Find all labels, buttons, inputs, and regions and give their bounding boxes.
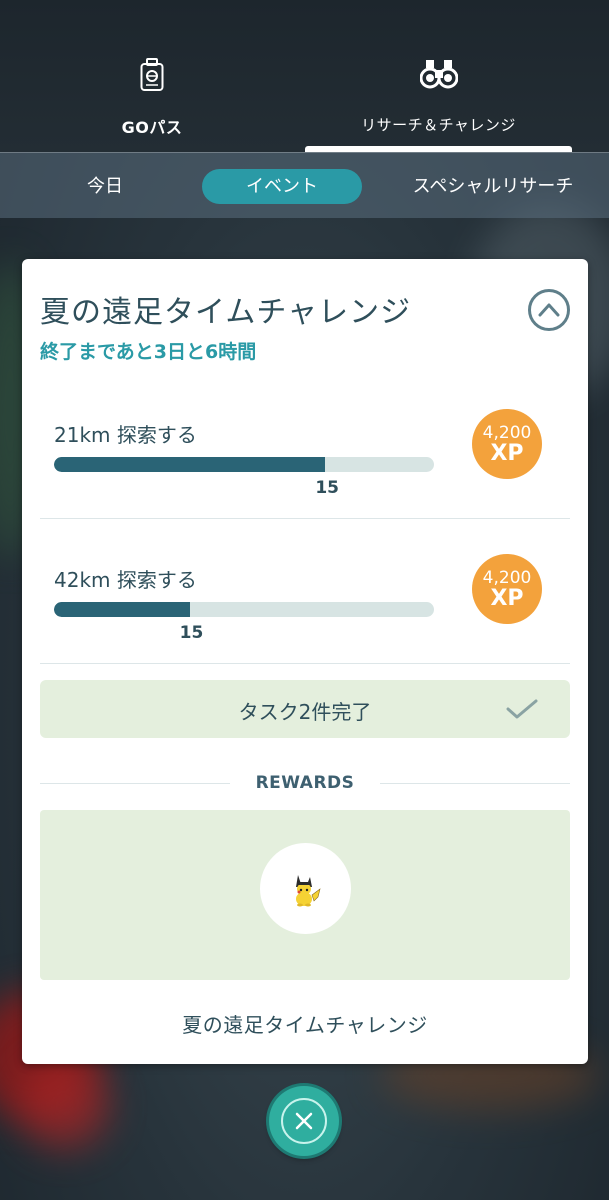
task-label: 21km 探索する [54,423,197,447]
tasks-complete-bar: タスク2件完了 [40,680,570,738]
binoculars-icon [419,58,458,94]
challenge-title: 夏の遠足タイムチャレンジ [40,295,412,330]
tab-go-pass-label: GOパス [121,118,183,137]
divider [380,783,570,784]
progress-fill [54,457,326,472]
progress-bar [54,457,434,472]
tab-go-pass[interactable]: GOパス [0,0,304,152]
checkmark-icon [506,698,538,724]
task-label: 42km 探索する [54,568,197,592]
xp-unit: XP [490,586,524,611]
time-remaining: 終了まであと3日と6時間 [40,341,257,363]
subtab-event[interactable]: イベント [202,169,362,204]
progress-bar [54,602,434,617]
rewards-panel [40,810,570,980]
top-tab-bar: GOパス リサーチ＆チャレンジ [0,0,609,152]
collapse-button[interactable] [528,289,570,331]
xp-amount: 4,200 [482,568,532,588]
background-blur [20,1060,110,1150]
close-button[interactable] [269,1086,339,1156]
progress-fill [54,602,190,617]
xp-reward-badge: 4,200 XP [472,409,542,479]
xp-unit: XP [490,441,524,466]
sub-tab-bar: 今日 イベント スペシャルリサーチ [0,152,609,218]
tab-research-challenge-label: リサーチ＆チャレンジ [361,116,516,134]
xp-amount: 4,200 [482,423,532,443]
progress-value: 15 [179,623,204,643]
subtab-today[interactable]: 今日 [60,169,150,204]
challenge-card: 夏の遠足タイムチャレンジ 終了まであと3日と6時間 21km 探索する 15 4… [22,259,588,1064]
tab-research-challenge[interactable]: リサーチ＆チャレンジ [305,0,572,152]
pass-icon [140,58,164,96]
progress-value: 15 [315,478,339,498]
reward-item[interactable] [260,843,351,934]
task-item: 42km 探索する 15 4,200 XP [40,519,570,664]
tasks-complete-text: タスク2件完了 [238,700,372,724]
reward-name: 夏の遠足タイムチャレンジ [182,1013,428,1037]
subtab-special-research[interactable]: スペシャルリサーチ [388,169,598,204]
xp-reward-badge: 4,200 XP [472,554,542,624]
rewards-header: REWARDS [40,769,570,799]
task-item: 21km 探索する 15 4,200 XP [40,374,570,519]
